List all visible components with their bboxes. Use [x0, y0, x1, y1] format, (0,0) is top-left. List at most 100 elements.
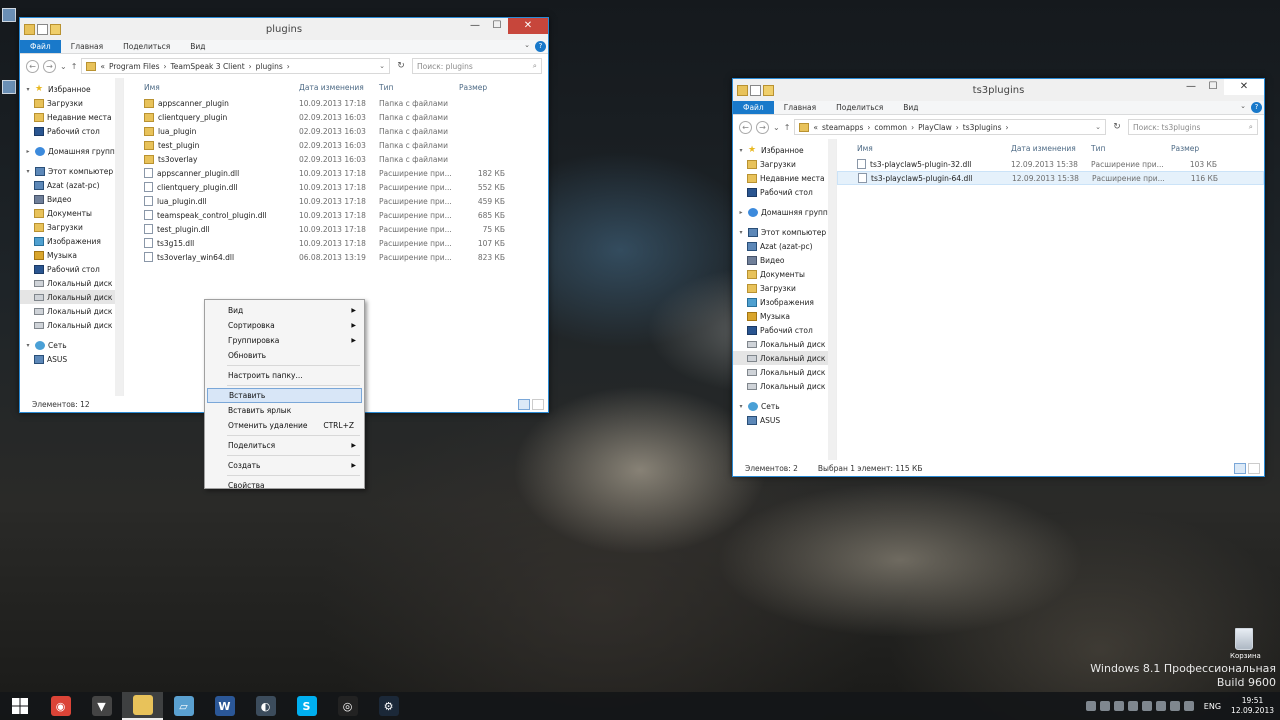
tray-icon[interactable]: [1155, 701, 1166, 711]
file-row[interactable]: lua_plugin 02.09.2013 16:03 Папка с файлам…: [124, 124, 548, 138]
close-button[interactable]: ✕: [508, 18, 548, 34]
nav-item[interactable]: Изображения: [20, 234, 123, 248]
file-row[interactable]: ts3-playclaw5-plugin-32.dll 12.09.2013 15…: [837, 157, 1264, 171]
file-row[interactable]: clientquery_plugin.dll 10.09.2013 17:18 Ра…: [124, 180, 548, 194]
help-icon[interactable]: ?: [1251, 102, 1262, 113]
chevron-down-icon[interactable]: ⌄: [1095, 123, 1101, 131]
breadcrumb-common[interactable]: common: [874, 123, 907, 132]
menu-item[interactable]: Группировка ▶: [207, 333, 362, 348]
menu-item[interactable]: Поделиться ▶: [207, 438, 362, 453]
column-name[interactable]: Имя: [124, 83, 299, 92]
tray-icon[interactable]: [1099, 701, 1110, 711]
tab-file[interactable]: Файл: [733, 101, 774, 114]
breadcrumb-overflow[interactable]: «: [100, 62, 105, 71]
nav-item[interactable]: ▾ Сеть: [20, 338, 123, 352]
nav-item[interactable]: Рабочий стол: [20, 262, 123, 276]
properties-icon[interactable]: [750, 84, 761, 96]
minimize-button[interactable]: —: [1180, 79, 1202, 95]
title-bar[interactable]: plugins — ☐ ✕: [20, 18, 548, 40]
nav-item[interactable]: Недавние места: [20, 110, 123, 124]
nav-item[interactable]: Рабочий стол: [733, 185, 836, 199]
expand-ribbon-icon[interactable]: ⌄: [1240, 102, 1246, 110]
volume-icon[interactable]: [1183, 701, 1194, 711]
expand-toggle-icon[interactable]: ▾: [24, 86, 32, 93]
file-row[interactable]: appscanner_plugin 10.09.2013 17:18 Папка с…: [124, 96, 548, 110]
large-icons-view-button[interactable]: [532, 399, 544, 410]
nav-item[interactable]: Музыка: [20, 248, 123, 262]
file-row[interactable]: test_plugin.dll 10.09.2013 17:18 Расширени…: [124, 222, 548, 236]
maximize-button[interactable]: ☐: [486, 18, 508, 34]
desktop-shortcut-icon[interactable]: [2, 8, 16, 22]
back-button[interactable]: ←: [26, 59, 39, 73]
details-view-button[interactable]: [518, 399, 530, 410]
taskbar-explorer-button[interactable]: [122, 692, 163, 720]
breadcrumb-teamspeak[interactable]: TeamSpeak 3 Client: [171, 62, 245, 71]
nav-item[interactable]: Загрузки: [733, 157, 836, 171]
tray-icon[interactable]: [1141, 701, 1152, 711]
nav-item[interactable]: Локальный диск: [733, 337, 836, 351]
search-input[interactable]: Поиск: plugins ⌕: [412, 58, 542, 74]
nav-item[interactable]: ▾ ★ Избранное: [20, 82, 123, 96]
file-row[interactable]: lua_plugin.dll 10.09.2013 17:18 Расширение…: [124, 194, 548, 208]
menu-item[interactable]: Настроить папку...: [207, 368, 362, 383]
tab-share[interactable]: Поделиться: [113, 40, 180, 53]
forward-button[interactable]: →: [43, 59, 56, 73]
expand-toggle-icon[interactable]: ▸: [24, 148, 32, 155]
details-view-button[interactable]: [1234, 463, 1246, 474]
tab-home[interactable]: Главная: [774, 101, 826, 114]
nav-item[interactable]: Azat (azat-pc): [20, 178, 123, 192]
new-folder-icon[interactable]: [50, 23, 61, 35]
recent-locations-icon[interactable]: ⌄: [60, 62, 67, 71]
search-input[interactable]: Поиск: ts3plugins ⌕: [1128, 119, 1258, 135]
nav-item[interactable]: Документы: [733, 267, 836, 281]
desktop-shortcut-icon[interactable]: [2, 80, 16, 94]
tab-file[interactable]: Файл: [20, 40, 61, 53]
nav-item[interactable]: ▾ Сеть: [733, 399, 836, 413]
up-button[interactable]: ↑: [784, 123, 791, 132]
menu-item[interactable]: Вставить: [207, 388, 362, 403]
address-bar[interactable]: « steamapps › common › PlayClaw › ts3plu…: [794, 119, 1106, 135]
column-size[interactable]: Размер: [1171, 144, 1211, 153]
nav-item[interactable]: Локальный диск: [733, 351, 836, 365]
nav-item[interactable]: Локальный диск: [20, 276, 123, 290]
breadcrumb-steamapps[interactable]: steamapps: [822, 123, 863, 132]
expand-toggle-icon[interactable]: ▾: [737, 229, 745, 236]
nav-scrollbar[interactable]: [828, 139, 836, 460]
menu-item[interactable]: Свойства: [207, 478, 362, 493]
expand-toggle-icon[interactable]: ▾: [737, 147, 745, 154]
menu-item[interactable]: Вставить ярлык: [207, 403, 362, 418]
nav-item[interactable]: ▾ Этот компьютер: [20, 164, 123, 178]
back-button[interactable]: ←: [739, 120, 752, 134]
tray-icon[interactable]: [1085, 701, 1096, 711]
taskbar-word-button[interactable]: W: [204, 692, 245, 720]
nav-scrollbar[interactable]: [115, 78, 123, 396]
nav-item[interactable]: Музыка: [733, 309, 836, 323]
taskbar-skype-button[interactable]: S: [286, 692, 327, 720]
taskbar-chrome-button[interactable]: ◉: [40, 692, 81, 720]
taskbar-shield-button[interactable]: ▼: [81, 692, 122, 720]
clock[interactable]: 19:51 12.09.2013: [1231, 696, 1274, 716]
properties-icon[interactable]: [37, 23, 48, 35]
file-row[interactable]: ts3-playclaw5-plugin-64.dll 12.09.2013 15…: [837, 171, 1264, 185]
nav-item[interactable]: Документы: [20, 206, 123, 220]
tray-icon[interactable]: [1113, 701, 1124, 711]
taskbar-tablet-button[interactable]: ▱: [163, 692, 204, 720]
address-bar[interactable]: « Program Files › TeamSpeak 3 Client › p…: [81, 58, 390, 74]
refresh-icon[interactable]: ↻: [394, 61, 408, 71]
nav-item[interactable]: Рабочий стол: [20, 124, 123, 138]
column-name[interactable]: Имя: [837, 144, 1011, 153]
menu-item[interactable]: Сортировка ▶: [207, 318, 362, 333]
recent-locations-icon[interactable]: ⌄: [773, 123, 780, 132]
nav-item[interactable]: ASUS: [733, 413, 836, 427]
breadcrumb-plugins[interactable]: plugins: [256, 62, 283, 71]
tab-home[interactable]: Главная: [61, 40, 113, 53]
file-row[interactable]: test_plugin 02.09.2013 16:03 Папка с файла…: [124, 138, 548, 152]
nav-item[interactable]: ▾ Этот компьютер: [733, 225, 836, 239]
nav-item[interactable]: Локальный диск: [733, 365, 836, 379]
nav-item[interactable]: Загрузки: [20, 220, 123, 234]
expand-toggle-icon[interactable]: ▾: [737, 403, 745, 410]
nav-item[interactable]: Загрузки: [20, 96, 123, 110]
nav-item[interactable]: Локальный диск: [20, 318, 123, 332]
nav-item[interactable]: Изображения: [733, 295, 836, 309]
maximize-button[interactable]: ☐: [1202, 79, 1224, 95]
